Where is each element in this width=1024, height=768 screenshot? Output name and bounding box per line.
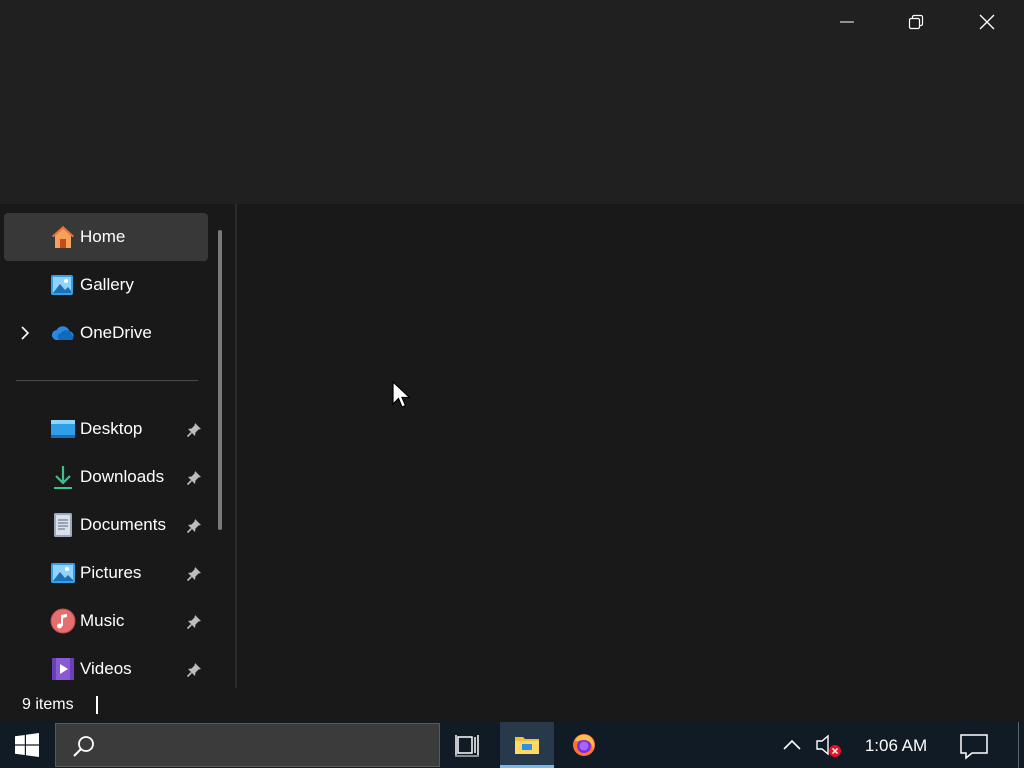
sidebar-item-label: Downloads [80, 467, 165, 486]
sidebar-item-documents[interactable]: Documents [4, 501, 208, 549]
navigation-scrollbar[interactable] [218, 230, 222, 530]
explorer-body: Home Gallery OneDrive Desktop Downloads … [0, 204, 1024, 688]
start-icon [15, 733, 39, 757]
pin-icon[interactable] [186, 614, 202, 630]
status-separator [96, 696, 98, 714]
desktop-icon [51, 420, 75, 438]
sidebar-item-desktop[interactable]: Desktop [4, 405, 208, 453]
sidebar-item-label: OneDrive [80, 323, 152, 342]
pictures-icon [51, 563, 75, 583]
minimize-button[interactable] [812, 0, 882, 44]
close-icon [979, 14, 995, 30]
start-button[interactable] [0, 722, 54, 768]
task-view-button[interactable] [441, 722, 495, 768]
onedrive-icon [51, 326, 74, 340]
chevron-right-icon[interactable] [18, 325, 32, 341]
pin-icon[interactable] [186, 662, 202, 678]
show-hidden-icons-icon[interactable] [780, 734, 804, 756]
pin-icon[interactable] [186, 566, 202, 582]
sidebar-item-downloads[interactable]: Downloads [4, 453, 208, 501]
sidebar-item-label: Videos [80, 659, 132, 678]
file-explorer-icon [515, 737, 539, 754]
music-icon [50, 608, 76, 634]
sidebar-item-videos[interactable]: Videos [4, 645, 208, 693]
taskbar-clock[interactable]: 1:06 AM [855, 736, 937, 755]
home-icon [52, 226, 74, 248]
action-center-icon[interactable] [958, 732, 990, 760]
sidebar-item-pictures[interactable]: Pictures [4, 549, 208, 597]
minimize-icon [840, 21, 854, 23]
pin-icon[interactable] [186, 422, 202, 438]
sidebar-item-label: Home [80, 227, 126, 246]
firefox-icon [573, 734, 595, 756]
sidebar-item-gallery[interactable]: Gallery [4, 261, 208, 309]
documents-icon [54, 513, 72, 537]
sidebar-item-music[interactable]: Music [4, 597, 208, 645]
task-view-icon [455, 735, 479, 757]
file-list-area[interactable] [238, 204, 1024, 688]
sidebar-item-label: Music [80, 611, 125, 630]
gallery-icon [51, 275, 73, 295]
close-button[interactable] [952, 0, 1022, 44]
show-desktop-button[interactable] [1018, 722, 1019, 768]
status-bar: 9 items [0, 688, 1024, 722]
restore-button[interactable] [881, 0, 951, 44]
taskbar-search-box[interactable] [55, 723, 440, 767]
pane-splitter[interactable] [235, 204, 237, 688]
sidebar-item-label: Documents [80, 515, 166, 534]
downloads-icon [54, 466, 72, 489]
search-icon [73, 736, 94, 757]
pin-icon[interactable] [186, 518, 202, 534]
sidebar-item-home[interactable]: Home [4, 213, 208, 261]
taskbar-file-explorer[interactable] [500, 722, 554, 768]
title-bar [0, 0, 1024, 204]
restore-icon [908, 14, 924, 30]
sidebar-item-label: Pictures [80, 563, 142, 582]
navigation-pane[interactable]: Home Gallery OneDrive Desktop Downloads … [0, 204, 236, 688]
item-count: 9 items [22, 696, 74, 713]
taskbar-firefox[interactable] [557, 722, 611, 768]
mouse-cursor-icon [392, 381, 412, 408]
sidebar-separator [16, 380, 198, 381]
videos-icon [52, 658, 74, 680]
sidebar-item-label: Desktop [80, 419, 143, 438]
pin-icon[interactable] [186, 470, 202, 486]
sidebar-item-onedrive[interactable]: OneDrive [4, 309, 208, 357]
volume-muted-icon[interactable] [814, 732, 844, 758]
taskbar: 1:06 AM [0, 722, 1024, 768]
sidebar-item-label: Gallery [80, 275, 134, 294]
